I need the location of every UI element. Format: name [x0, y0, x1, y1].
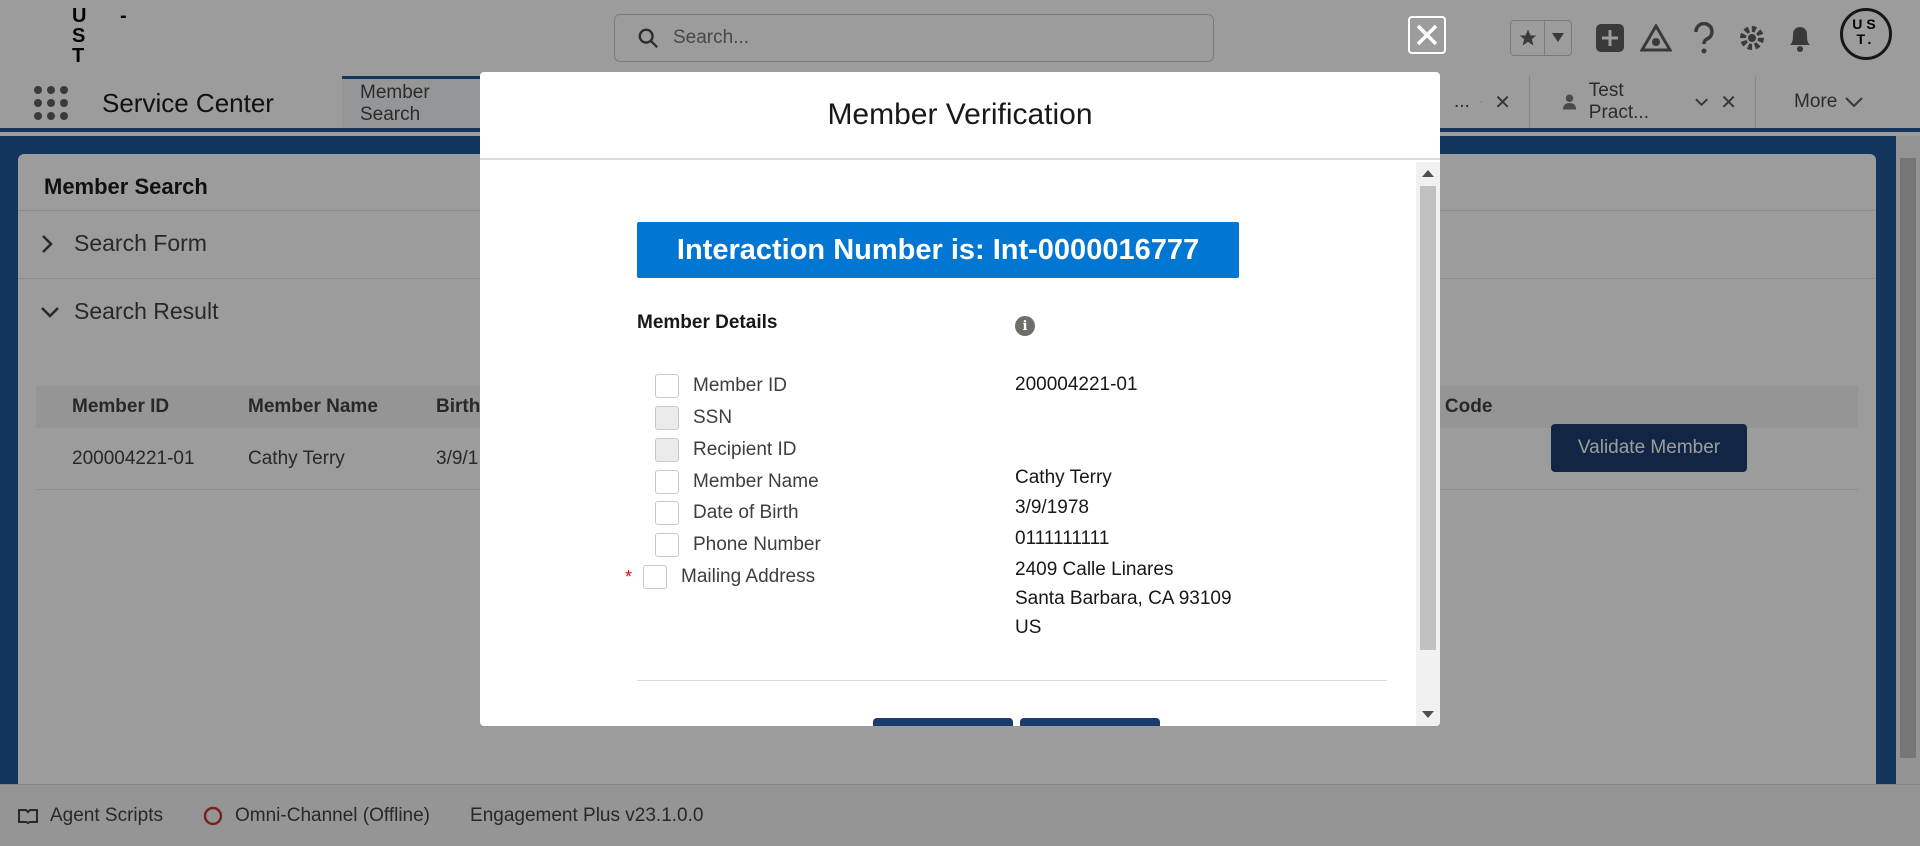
field-phone-number[interactable]: Phone Number: [637, 531, 821, 559]
phone-number-checkbox[interactable]: [655, 533, 679, 557]
field-label: Member ID: [693, 375, 787, 396]
interaction-number-banner: Interaction Number is: Int-0000016777: [637, 222, 1239, 278]
ssn-checkbox: [655, 406, 679, 430]
member-details-heading: Member Details: [637, 312, 778, 333]
member-id-checkbox[interactable]: [655, 374, 679, 398]
info-icon[interactable]: i: [1015, 316, 1035, 336]
field-label: Mailing Address: [681, 566, 816, 587]
mailing-address-checkbox[interactable]: [643, 565, 667, 589]
modal-title: Member Verification: [480, 72, 1440, 160]
field-label: Recipient ID: [693, 439, 797, 460]
field-label: Member Name: [693, 471, 819, 492]
modal-body: Interaction Number is: Int-0000016777 Me…: [480, 162, 1415, 726]
member-name-checkbox[interactable]: [655, 470, 679, 494]
field-recipient-id: Recipient ID: [637, 436, 797, 464]
modal-footer-button-1[interactable]: [873, 718, 1013, 726]
scroll-up-icon[interactable]: [1422, 170, 1434, 177]
scroll-down-icon[interactable]: [1422, 711, 1434, 718]
field-date-of-birth[interactable]: Date of Birth: [637, 499, 799, 527]
field-label: Date of Birth: [693, 502, 799, 523]
field-mailing-address[interactable]: * Mailing Address: [625, 563, 815, 591]
modal-divider: [637, 680, 1387, 681]
phone-number-value: 0111111111: [1015, 528, 1110, 549]
field-member-id[interactable]: Member ID: [637, 372, 787, 400]
date-of-birth-checkbox[interactable]: [655, 501, 679, 525]
member-id-value: 200004221-01: [1015, 374, 1138, 395]
mailing-address-line2: Santa Barbara, CA 93109: [1015, 588, 1232, 609]
mailing-address-line3: US: [1015, 617, 1042, 638]
mailing-address-line1: 2409 Calle Linares: [1015, 559, 1174, 580]
scroll-thumb[interactable]: [1420, 186, 1436, 650]
required-marker: *: [625, 566, 633, 587]
date-of-birth-value: 3/9/1978: [1015, 497, 1089, 518]
field-label: SSN: [693, 407, 733, 428]
field-label: Phone Number: [693, 534, 821, 555]
field-member-name[interactable]: Member Name: [637, 468, 819, 496]
modal-scrollbar[interactable]: [1416, 162, 1440, 726]
field-ssn: SSN: [637, 404, 732, 432]
modal-close-button[interactable]: [1408, 16, 1446, 54]
member-name-value: Cathy Terry: [1015, 467, 1112, 488]
member-verification-modal: Member Verification Interaction Number i…: [480, 72, 1440, 726]
recipient-id-checkbox: [655, 438, 679, 462]
modal-footer-button-2[interactable]: [1020, 718, 1160, 726]
close-icon: [1416, 24, 1438, 46]
